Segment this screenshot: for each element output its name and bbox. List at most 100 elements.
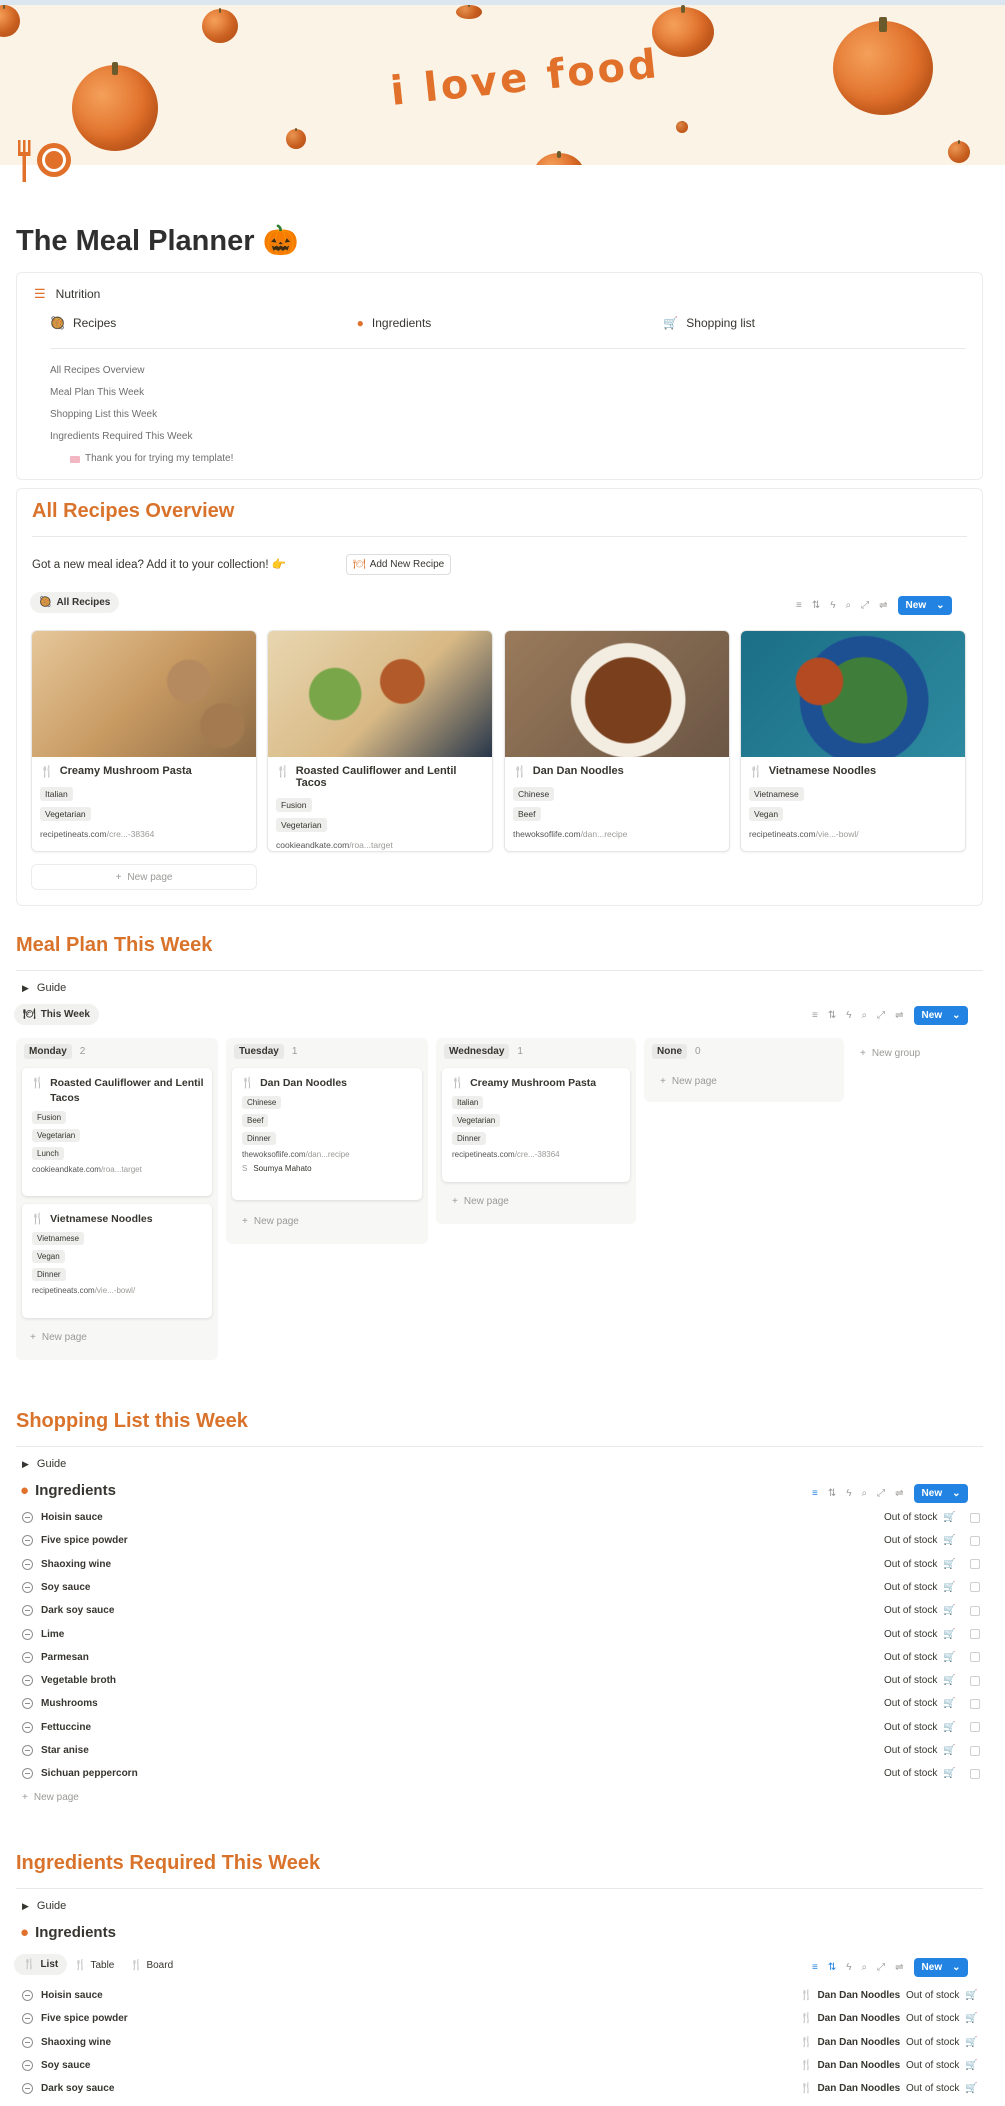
sort-icon[interactable]: ⇅ — [828, 1962, 836, 1973]
checkbox[interactable] — [969, 1698, 980, 1709]
recipe-url[interactable]: cookieandkate.com/roa...target — [268, 835, 492, 851]
checkbox[interactable] — [969, 1535, 980, 1546]
checkbox[interactable] — [969, 1652, 980, 1663]
stock-status[interactable]: Out of stock 🛒 — [884, 1652, 980, 1663]
lightning-icon[interactable]: ϟ — [830, 600, 835, 611]
list-item[interactable]: Dark soy sauce — [22, 1605, 114, 1617]
stock-status[interactable]: Out of stock 🛒 — [884, 1629, 980, 1640]
expand-icon[interactable]: ⤢ — [877, 1962, 885, 1973]
checkbox[interactable] — [969, 1605, 980, 1616]
new-group-button[interactable]: + New group — [860, 1048, 920, 1059]
list-item[interactable]: Parmesan — [22, 1651, 89, 1663]
toc-item[interactable]: Meal Plan This Week — [50, 382, 233, 404]
toc-item[interactable]: Ingredients Required This Week — [50, 426, 233, 448]
sort-icon[interactable]: ⇅ — [828, 1488, 836, 1499]
recipe-relation[interactable]: 🍴 Dan Dan Noodles — [800, 1990, 900, 2001]
cover-image[interactable]: i love food — [0, 5, 1005, 165]
lightning-icon[interactable]: ϟ — [846, 1488, 851, 1499]
stock-status[interactable]: Out of stock 🛒 — [884, 1535, 980, 1546]
list-item[interactable]: Star anise — [22, 1745, 89, 1756]
view-tab-all-recipes[interactable]: 🥘 All Recipes — [30, 592, 120, 613]
list-item[interactable]: Hoisin sauce — [22, 1990, 103, 2001]
toc-item[interactable]: Shopping List this Week — [50, 404, 233, 426]
stock-status[interactable]: Out of stock 🛒 — [884, 1745, 980, 1756]
stock-status[interactable]: Out of stock 🛒 — [906, 2037, 978, 2048]
stock-status[interactable]: Out of stock 🛒 — [884, 1582, 980, 1593]
column-header[interactable]: Monday 2 — [24, 1044, 85, 1059]
settings-icon[interactable]: ⇌ — [895, 1962, 903, 1973]
new-page-button[interactable]: + New page — [22, 1792, 79, 1803]
checkbox[interactable] — [969, 1559, 980, 1570]
stock-status[interactable]: Out of stock 🛒 — [906, 2083, 978, 2094]
filter-icon[interactable]: ≡ — [812, 1962, 818, 1973]
recipe-card[interactable]: 🍴 Dan Dan Noodles Chinese Beef thewoksofl… — [504, 630, 730, 852]
db-title[interactable]: ● Ingredients — [20, 1482, 116, 1499]
recipe-relation[interactable]: 🍴 Dan Dan Noodles — [800, 2083, 900, 2094]
stock-status[interactable]: Out of stock 🛒 — [906, 1990, 978, 2001]
recipe-card[interactable]: 🍴 Creamy Mushroom Pasta Italian Vegetaria… — [31, 630, 257, 852]
recipe-card[interactable]: 🍴 Vietnamese Noodles Vietnamese Vegan rec… — [740, 630, 966, 852]
new-page-button[interactable]: + New page — [242, 1216, 299, 1227]
new-page-button[interactable]: + New page — [452, 1196, 509, 1207]
view-tab-table[interactable]: 🍴 Table — [74, 1960, 114, 1971]
list-item[interactable]: Hoisin sauce — [22, 1512, 103, 1523]
recipe-url[interactable]: thewoksoflife.com/dan...recipe — [505, 824, 729, 844]
board-card[interactable]: 🍴 Creamy Mushroom Pasta Italian Vegetaria… — [442, 1068, 630, 1182]
checkbox[interactable] — [969, 1722, 980, 1733]
recipe-url[interactable]: recipetineats.com/vie...-bowl/ — [741, 824, 965, 844]
stock-status[interactable]: Out of stock 🛒 — [906, 2013, 978, 2024]
guide-toggle[interactable]: ▶ Guide — [22, 1458, 66, 1470]
card-url[interactable]: thewoksoflife.com/dan...recipe — [242, 1150, 412, 1159]
link-recipes[interactable]: 🥘 Recipes — [50, 316, 357, 330]
column-header[interactable]: Tuesday 1 — [234, 1044, 297, 1059]
list-item[interactable]: Vegetable broth — [22, 1675, 116, 1687]
stock-status[interactable]: Out of stock 🛒 — [884, 1605, 980, 1616]
db-title[interactable]: ● Ingredients — [20, 1924, 116, 1941]
list-item[interactable]: Fettuccine — [22, 1721, 91, 1733]
settings-icon[interactable]: ⇌ — [895, 1010, 903, 1021]
recipe-card[interactable]: 🍴 Roasted Cauliflower and Lentil Tacos Fu… — [267, 630, 493, 852]
filter-icon[interactable]: ≡ — [812, 1488, 818, 1499]
card-url[interactable]: recipetineats.com/vie...-bowl/ — [32, 1286, 202, 1295]
fork-plate-icon[interactable] — [14, 138, 74, 184]
search-icon[interactable]: ⌕ — [862, 1488, 868, 1499]
toc-item[interactable]: All Recipes Overview — [50, 360, 233, 382]
filter-icon[interactable]: ≡ — [812, 1010, 818, 1021]
lightning-icon[interactable]: ϟ — [846, 1010, 851, 1021]
checkbox[interactable] — [969, 1582, 980, 1593]
new-button[interactable]: New ⌄ — [913, 1958, 969, 1977]
column-header[interactable]: None 0 — [652, 1044, 701, 1059]
list-item[interactable]: Shaoxing wine — [22, 2036, 111, 2048]
view-tab-this-week[interactable]: 🍽 This Week — [14, 1004, 99, 1025]
checkbox[interactable] — [969, 1675, 980, 1686]
guide-toggle[interactable]: ▶ Guide — [22, 1900, 66, 1912]
expand-icon[interactable]: ⤢ — [861, 600, 869, 611]
list-item[interactable]: Five spice powder — [22, 1535, 128, 1547]
column-header[interactable]: Wednesday 1 — [444, 1044, 523, 1059]
sort-icon[interactable]: ⇅ — [812, 600, 820, 611]
stock-status[interactable]: Out of stock 🛒 — [884, 1675, 980, 1686]
checkbox[interactable] — [969, 1768, 980, 1779]
recipe-url[interactable]: recipetineats.com/cre...-38364 — [32, 824, 256, 844]
card-url[interactable]: cookieandkate.com/roa...target — [32, 1165, 202, 1174]
stock-status[interactable]: Out of stock 🛒 — [884, 1768, 980, 1779]
search-icon[interactable]: ⌕ — [862, 1010, 868, 1021]
board-card[interactable]: 🍴 Vietnamese Noodles Vietnamese Vegan Din… — [22, 1204, 212, 1318]
stock-status[interactable]: Out of stock 🛒 — [884, 1698, 980, 1709]
board-card[interactable]: 🍴 Dan Dan Noodles Chinese Beef Dinner the… — [232, 1068, 422, 1200]
search-icon[interactable]: ⌕ — [862, 1962, 868, 1973]
checkbox[interactable] — [969, 1745, 980, 1756]
expand-icon[interactable]: ⤢ — [877, 1010, 885, 1021]
new-page-button[interactable]: + New page — [31, 864, 257, 890]
settings-icon[interactable]: ⇌ — [895, 1488, 903, 1499]
new-page-button[interactable]: + New page — [660, 1076, 717, 1087]
recipe-relation[interactable]: 🍴 Dan Dan Noodles — [800, 2060, 900, 2071]
stock-status[interactable]: Out of stock 🛒 — [884, 1512, 980, 1523]
new-button[interactable]: New ⌄ — [913, 1006, 969, 1025]
stock-status[interactable]: Out of stock 🛒 — [884, 1722, 980, 1733]
list-item[interactable]: Shaoxing wine — [22, 1558, 111, 1570]
link-ingredients[interactable]: ● Ingredients — [357, 316, 664, 330]
list-item[interactable]: Dark soy sauce — [22, 2083, 114, 2095]
list-item[interactable]: Sichuan peppercorn — [22, 1768, 138, 1780]
expand-icon[interactable]: ⤢ — [877, 1488, 885, 1499]
